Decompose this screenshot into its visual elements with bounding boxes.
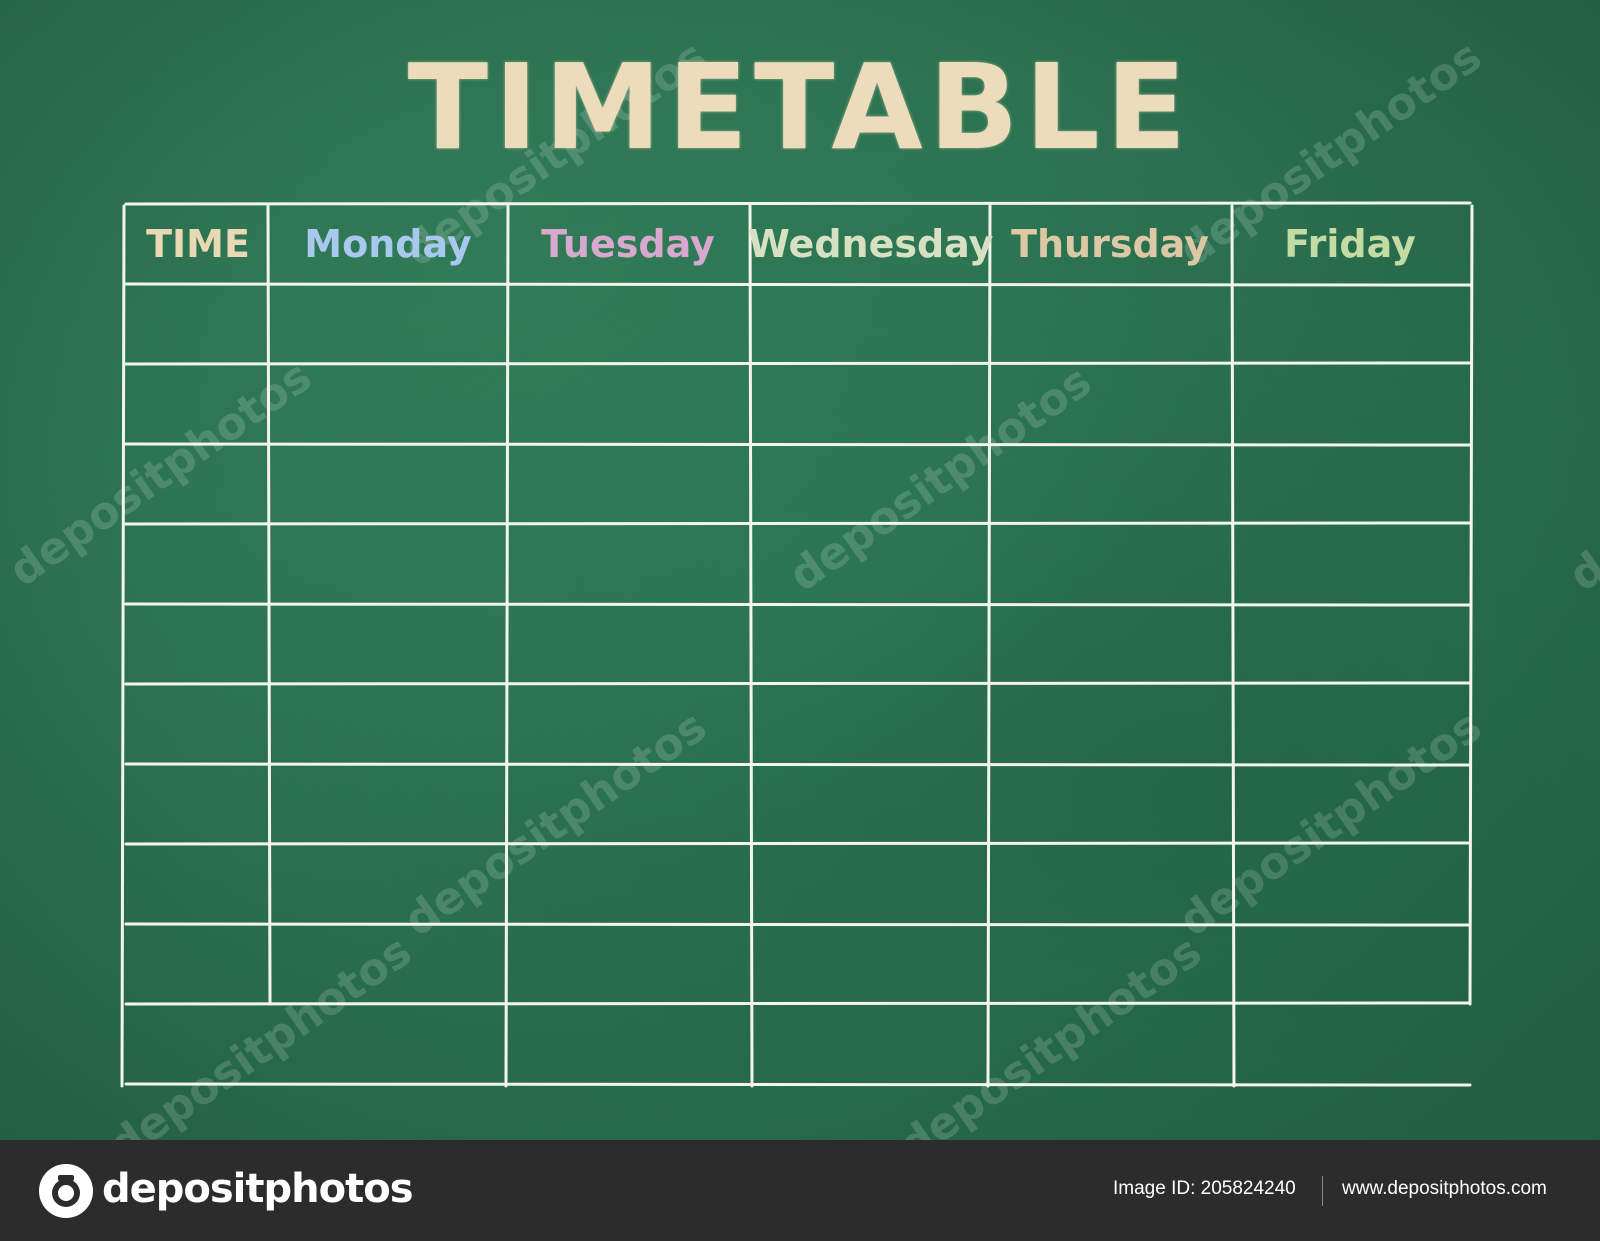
footer-divider — [1322, 1176, 1323, 1206]
grid-row-line — [124, 201, 1472, 206]
grid-row-line — [124, 602, 1472, 607]
grid-column-line — [120, 204, 126, 1088]
grid-column-line — [1468, 204, 1474, 1006]
timetable-grid — [120, 201, 1474, 1088]
grid-row-line — [124, 282, 1472, 287]
grid-column-line — [986, 204, 992, 1088]
header-time: TIME — [146, 222, 250, 266]
grid-column-line — [266, 204, 272, 1006]
chalkboard: depositphotos depositphotos depositphotos d… — [0, 0, 1600, 1140]
grid-column-line — [748, 204, 754, 1088]
brand-name: depositphotos — [102, 1166, 414, 1212]
camera-logo-icon — [39, 1164, 93, 1218]
image-id-text: Image ID: 205824240 — [1113, 1178, 1296, 1199]
grid-row-line — [124, 521, 1472, 526]
grid-row-line — [124, 922, 1472, 927]
header-monday: Monday — [304, 222, 472, 266]
grid-row-line — [124, 1001, 1472, 1006]
header-friday: Friday — [1284, 222, 1416, 266]
footer-bar: depositphotos Image ID: 205824240 www.de… — [0, 1140, 1600, 1241]
site-url-text: www.depositphotos.com — [1342, 1178, 1547, 1199]
header-thursday: Thursday — [1011, 222, 1209, 266]
grid-row-line — [124, 841, 1472, 846]
grid-row-line — [124, 442, 1472, 447]
grid-row-line — [124, 762, 1472, 767]
grid-row-line — [124, 361, 1472, 366]
grid-column-line — [1230, 204, 1236, 1088]
header-tuesday: Tuesday — [541, 222, 715, 266]
grid-column-line — [504, 204, 510, 1088]
grid-row-line — [124, 1082, 1472, 1087]
header-wednesday: Wednesday — [748, 222, 994, 266]
grid-row-line — [124, 681, 1472, 686]
